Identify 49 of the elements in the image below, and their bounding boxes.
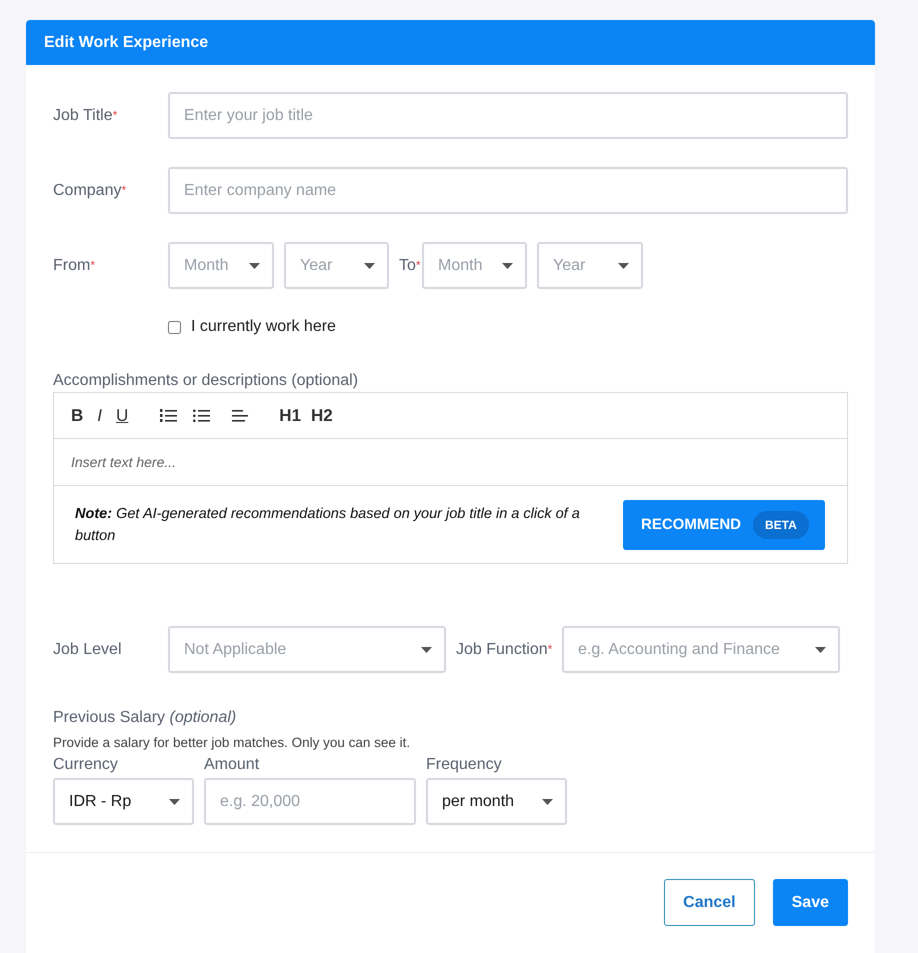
currency-select[interactable]: IDR - Rp — [53, 778, 194, 825]
bullet-list-icon[interactable] — [193, 408, 210, 422]
align-left-icon[interactable] — [232, 408, 250, 422]
hint-text: Provide a salary for better job matches. Only you can see it. — [53, 735, 412, 750]
month-select[interactable]: Month — [422, 242, 527, 289]
field-label: From* — [53, 256, 96, 276]
caret-icon — [249, 262, 260, 268]
editor-text-area[interactable]: Insert text here... — [54, 439, 847, 486]
field-label: Amount — [204, 756, 260, 774]
caret-icon — [502, 262, 513, 268]
field-label: To* — [398, 256, 422, 276]
bold-button[interactable]: B — [71, 406, 84, 426]
heading-button[interactable]: H2 — [311, 406, 333, 426]
job-level-select[interactable]: Not Applicable — [168, 626, 446, 673]
section-title: Previous Salary (optional) — [53, 709, 238, 727]
year-select[interactable]: Year — [284, 242, 389, 289]
month-select[interactable]: Month — [168, 242, 274, 289]
underline-button[interactable]: U — [116, 406, 128, 426]
caret-icon — [169, 798, 180, 804]
cancel-button[interactable]: Cancel — [664, 879, 755, 926]
caret-icon — [815, 646, 826, 652]
caret-icon — [618, 262, 629, 268]
year-select[interactable]: Year — [537, 242, 643, 289]
caret-icon — [421, 646, 432, 652]
amount-field[interactable]: e.g. 20,000 — [204, 778, 416, 825]
caret-icon — [542, 798, 553, 804]
italic-button[interactable]: I — [97, 406, 102, 426]
field-label: Currency — [53, 756, 119, 774]
save-button[interactable]: Save — [772, 879, 848, 926]
job-function-select[interactable]: e.g. Accounting and Finance — [562, 626, 840, 673]
numbered-list-icon[interactable] — [160, 408, 178, 422]
field-label: Company* — [53, 181, 128, 201]
field-label: Job Title* — [53, 106, 118, 126]
company-field[interactable]: Enter company name — [168, 167, 848, 214]
checkbox[interactable] — [168, 320, 181, 334]
frequency-select[interactable]: per month — [426, 778, 567, 825]
beta-tag: BETA — [753, 510, 809, 538]
recommend-button[interactable]: RECOMMEND BETA — [623, 500, 825, 550]
checkbox-label: I currently work here — [191, 318, 336, 336]
dialog-title: Edit Work Experience — [44, 34, 208, 52]
editor-placeholder: Insert text here... — [71, 454, 176, 470]
caret-icon — [364, 262, 375, 268]
field-label: Job Function* — [455, 640, 554, 660]
field-label: Job Level — [53, 640, 122, 660]
note-text: Note: Get AI-generated recommendations based on your job title in a click of a button — [75, 504, 581, 546]
field-label: Frequency — [426, 756, 503, 774]
job-title-field[interactable]: Enter your job title — [168, 92, 848, 139]
field-label: Accomplishments or descriptions (optional) — [53, 372, 360, 390]
heading-button[interactable]: H1 — [279, 406, 302, 426]
